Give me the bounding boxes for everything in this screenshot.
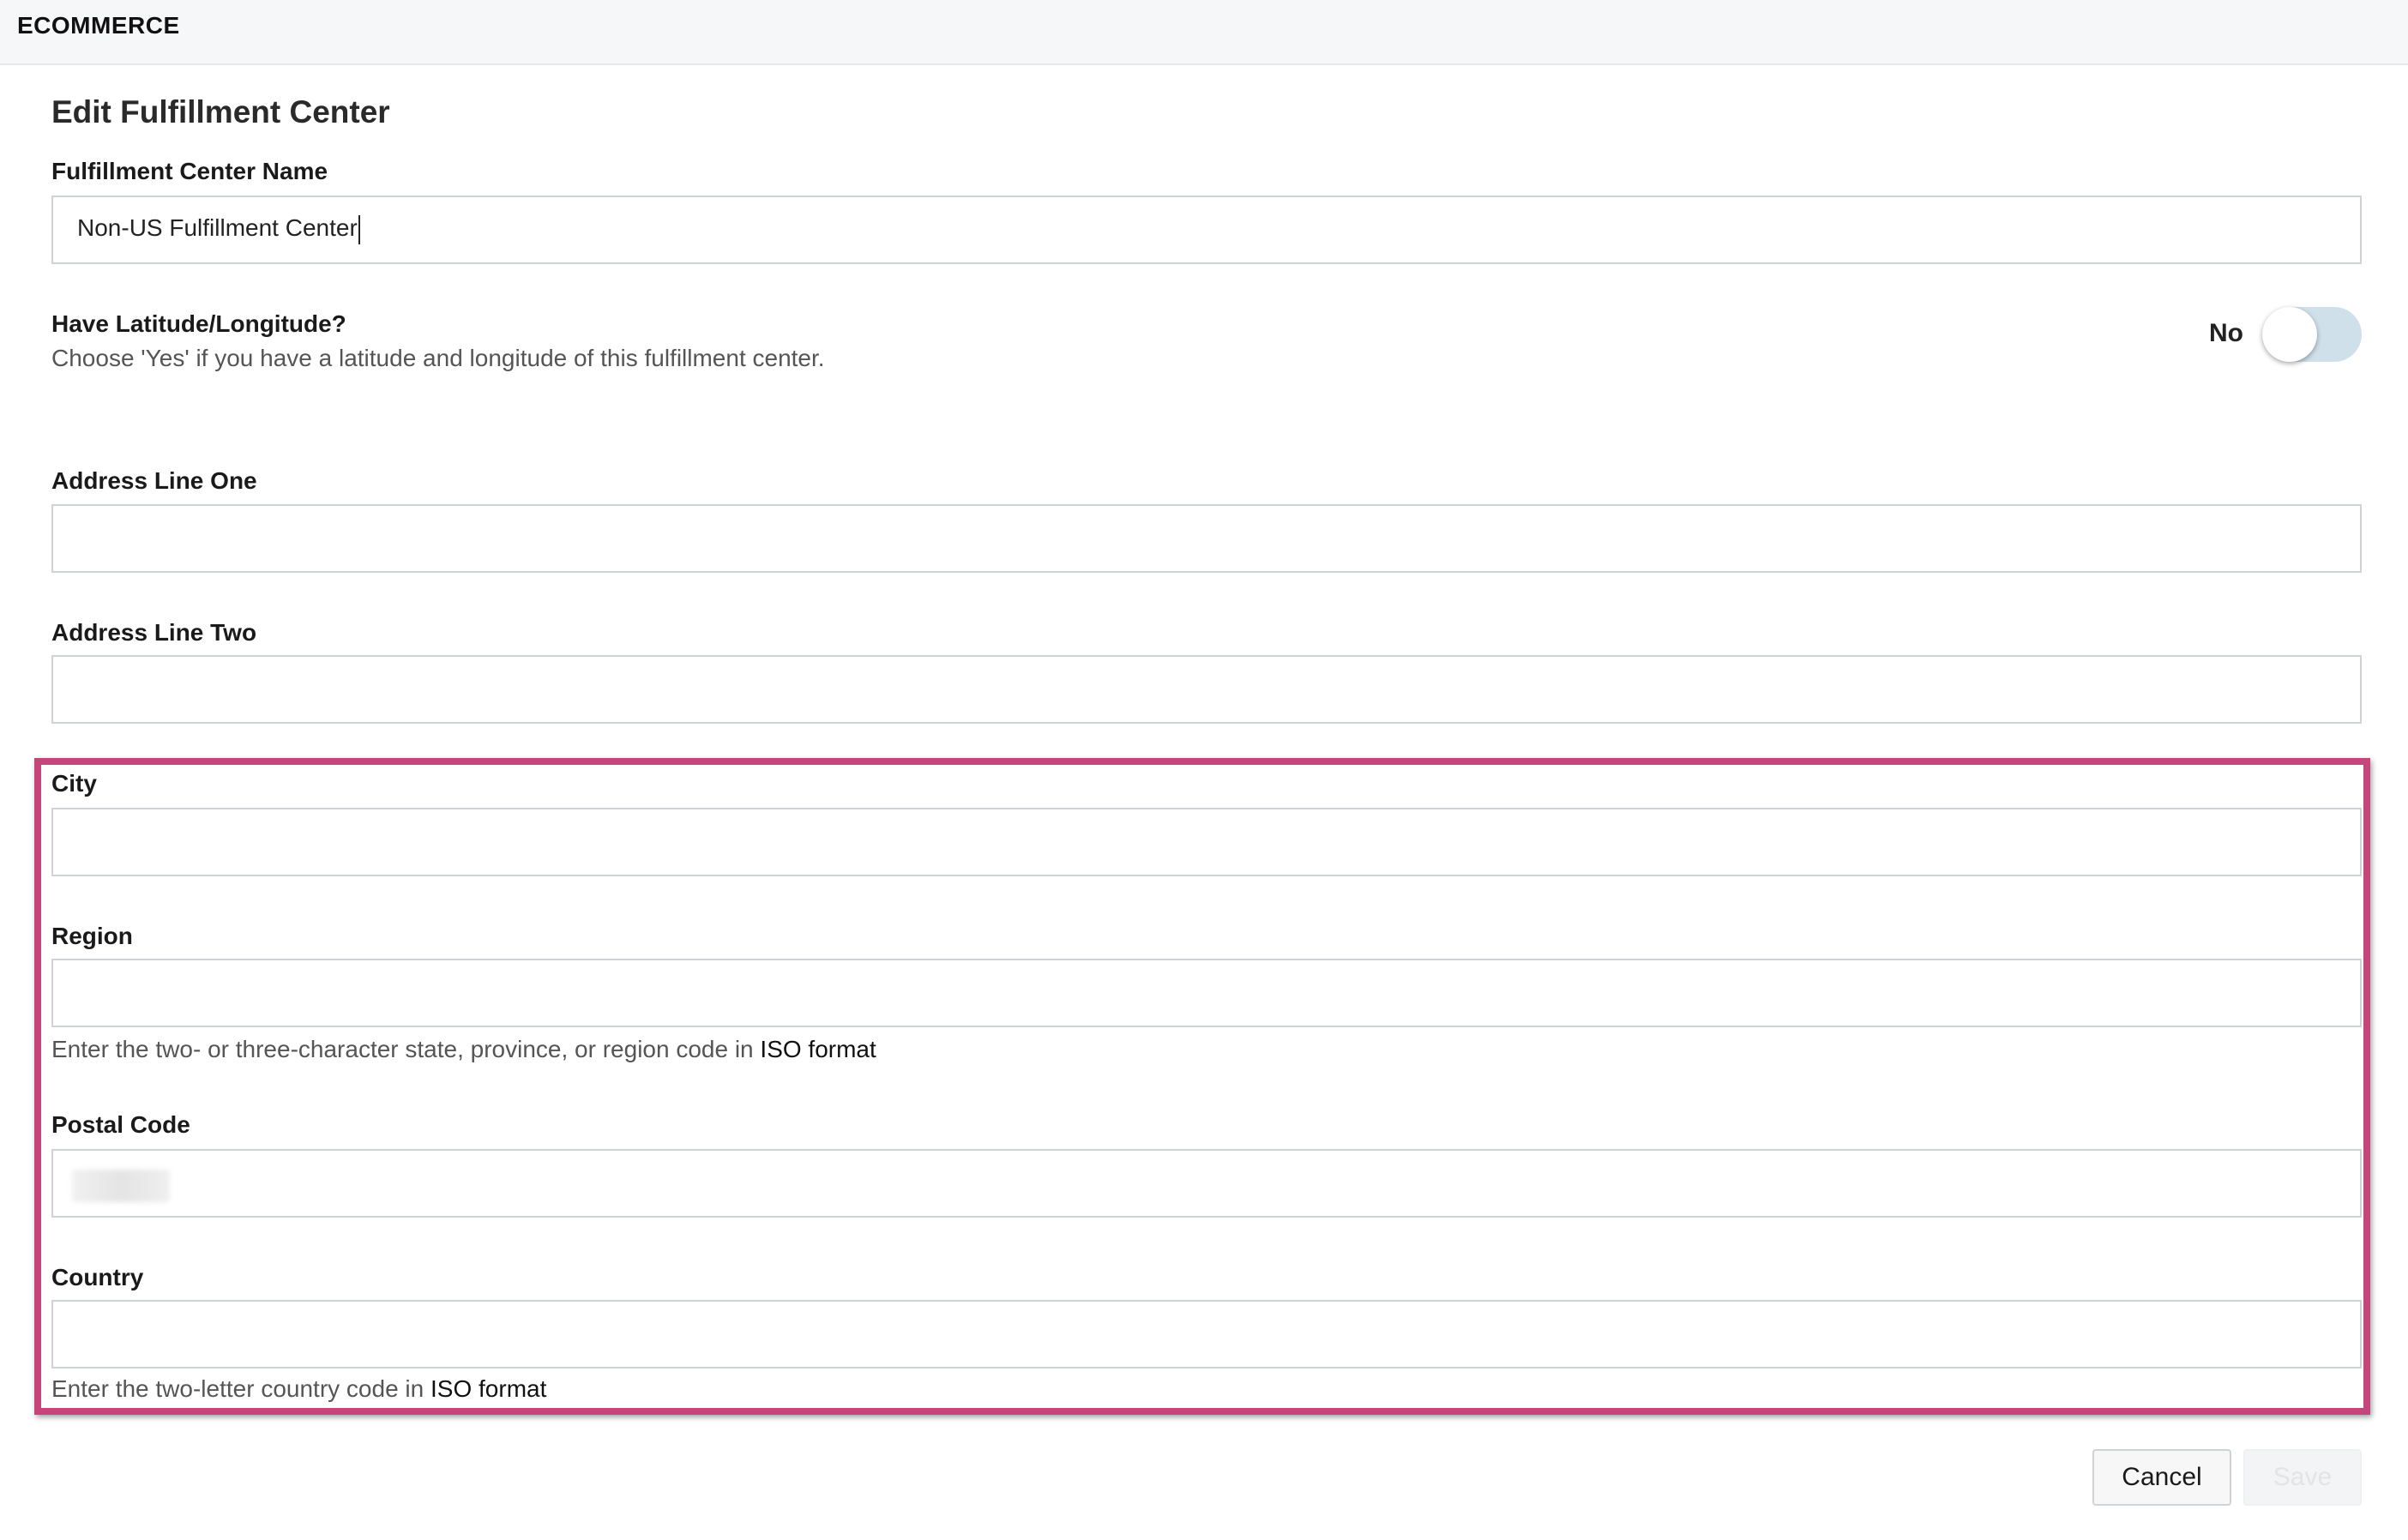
save-button[interactable]: Save [2243,1449,2362,1506]
address-two-label: Address Line Two [51,619,257,646]
country-help: Enter the two-letter country code in ISO… [51,1375,546,1403]
latlong-label: Have Latitude/Longitude? [51,310,346,337]
page-title: Edit Fulfillment Center [51,94,390,129]
region-help: Enter the two- or three-character state,… [51,1036,876,1063]
top-bar: ECOMMERCE [0,0,2408,65]
postal-code-input[interactable] [51,1149,2362,1218]
region-help-text: Enter the two- or three-character state,… [51,1036,761,1062]
address-one-label: Address Line One [51,467,257,494]
name-input-value: Non-US Fulfillment Center [77,214,360,244]
country-help-text: Enter the two-letter country code in [51,1375,430,1402]
redacted-value [72,1170,170,1202]
country-label: Country [51,1264,144,1290]
region-iso-link[interactable]: ISO format [760,1036,876,1062]
country-input[interactable] [51,1300,2362,1369]
name-input-text: Non-US Fulfillment Center [77,214,358,241]
name-input[interactable] [51,196,2362,264]
app-title: ECOMMERCE [17,12,180,39]
address-one-input[interactable] [51,504,2362,573]
region-label: Region [51,923,133,949]
latlong-help: Choose 'Yes' if you have a latitude and … [51,345,825,371]
latlong-toggle-state: No [2209,319,2243,347]
city-label: City [51,770,97,797]
address-two-input[interactable] [51,655,2362,724]
cancel-button[interactable]: Cancel [2092,1449,2231,1506]
text-caret [358,214,360,244]
toggle-knob [2262,307,2317,362]
latlong-toggle[interactable] [2262,307,2362,362]
country-iso-link[interactable]: ISO format [430,1375,546,1402]
name-label: Fulfillment Center Name [51,158,328,184]
postal-code-label: Postal Code [51,1111,190,1138]
city-input[interactable] [51,808,2362,876]
region-input[interactable] [51,959,2362,1027]
